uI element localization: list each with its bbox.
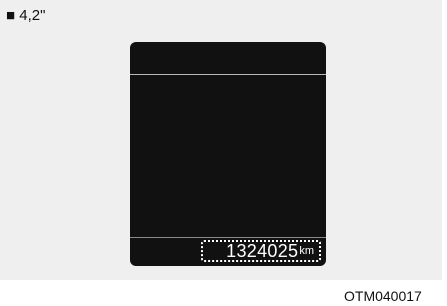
- display-size-caption: ■ 4,2": [6, 7, 46, 24]
- odometer-readout: 1324025 km: [201, 240, 321, 262]
- odometer-unit: km: [299, 245, 314, 257]
- odometer-value: 1324025: [226, 241, 299, 261]
- display-top-divider: [130, 74, 326, 75]
- illustration-panel: ■ 4,2" 1324025 km: [0, 0, 442, 280]
- figure-code: OTM040017: [344, 288, 422, 304]
- cluster-display-screen: 1324025 km: [130, 42, 326, 266]
- display-bottom-divider: [130, 237, 326, 238]
